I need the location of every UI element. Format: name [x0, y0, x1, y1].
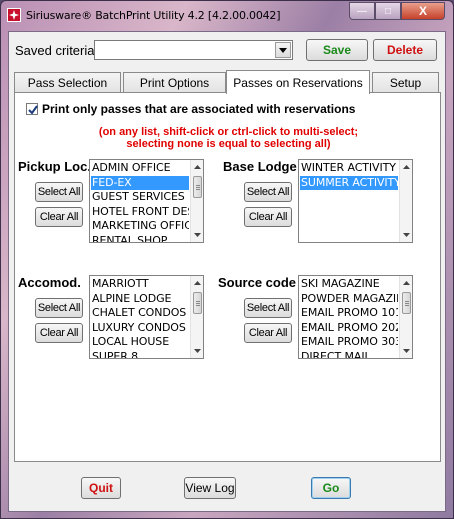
- list-item[interactable]: LUXURY CONDOS: [91, 321, 189, 336]
- base-lodge-label: Base Lodge: [223, 159, 297, 174]
- scroll-down-icon: [403, 349, 410, 353]
- close-icon: X: [418, 4, 427, 18]
- passes-on-reservations-panel: Print only passes that are associated wi…: [14, 92, 441, 462]
- scroll-down-icon: [403, 233, 410, 237]
- scroll-up-icon: [194, 165, 201, 169]
- minimize-button[interactable]: —: [349, 2, 375, 20]
- scroll-thumb[interactable]: [193, 176, 202, 198]
- tab-strip: Pass Selection Print Options Passes on R…: [14, 70, 441, 94]
- pickup-loc-list[interactable]: ADMIN OFFICE FED-EX GUEST SERVICES HOTEL FR…: [89, 159, 204, 243]
- tab-print-options[interactable]: Print Options: [123, 72, 226, 93]
- pickup-scrollbar[interactable]: [190, 160, 203, 242]
- list-item[interactable]: MARRIOTT: [91, 277, 189, 292]
- list-item[interactable]: DIRECT MAIL: [300, 350, 398, 359]
- base-lodge-items: WINTER ACTIVITY E SUMMER ACTIVITY: [300, 161, 398, 190]
- window-client-area: Saved criteria: Save Delete Pass Selecti…: [8, 31, 446, 512]
- base-lodge-scrollbar[interactable]: [399, 160, 412, 242]
- saved-criteria-dropdown[interactable]: [94, 40, 293, 60]
- window-title: Siriusware® BatchPrint Utility 4.2 [4.2.…: [26, 9, 281, 22]
- minimize-icon: —: [357, 5, 367, 17]
- list-item[interactable]: EMAIL PROMO 101: [300, 306, 398, 321]
- source-code-list[interactable]: SKI MAGAZINE POWDER MAGAZIN EMAIL PROMO 10…: [298, 275, 413, 359]
- notice-line-1: (on any list, shift-click or ctrl-click …: [98, 126, 359, 138]
- multi-select-notice: (on any list, shift-click or ctrl-click …: [15, 126, 442, 150]
- scroll-thumb[interactable]: [402, 292, 411, 314]
- accomod-label: Accomod.: [18, 275, 81, 290]
- list-item[interactable]: SUMMER ACTIVITY: [300, 175, 398, 190]
- notice-line-2: selecting none is equal to selecting all…: [126, 138, 331, 150]
- app-logo-icon: [7, 8, 21, 22]
- list-item[interactable]: ALPINE LODGE: [91, 292, 189, 307]
- source-code-items: SKI MAGAZINE POWDER MAGAZIN EMAIL PROMO 10…: [300, 277, 398, 359]
- scroll-up-icon: [403, 165, 410, 169]
- list-item[interactable]: HOTEL FRONT DES: [91, 205, 189, 220]
- list-item[interactable]: POWDER MAGAZIN: [300, 292, 398, 307]
- reservations-only-label: Print only passes that are associated wi…: [42, 102, 356, 116]
- source-code-label: Source code: [218, 275, 297, 290]
- pickup-loc-items: ADMIN OFFICE FED-EX GUEST SERVICES HOTEL FR…: [91, 161, 189, 243]
- tab-pass-selection[interactable]: Pass Selection: [14, 72, 121, 93]
- reservations-only-checkbox[interactable]: [26, 103, 38, 115]
- tab-setup[interactable]: Setup: [372, 72, 439, 93]
- list-item[interactable]: SUPER 8: [91, 350, 189, 359]
- close-button[interactable]: X: [401, 2, 445, 20]
- view-log-button[interactable]: View Log: [184, 477, 236, 499]
- maximize-icon: □: [384, 5, 392, 17]
- list-item[interactable]: EMAIL PROMO 202: [300, 321, 398, 336]
- pickup-clear-all-button[interactable]: Clear All: [35, 207, 83, 227]
- saved-criteria-label: Saved criteria:: [15, 43, 99, 58]
- tab-passes-on-reservations[interactable]: Passes on Reservations: [226, 70, 370, 94]
- list-item[interactable]: MARKETING OFFICI: [91, 219, 189, 234]
- list-item[interactable]: FED-EX: [91, 175, 189, 190]
- list-item[interactable]: GUEST SERVICES: [91, 190, 189, 205]
- pickup-select-all-button[interactable]: Select All: [35, 182, 83, 202]
- list-item[interactable]: WINTER ACTIVITY E: [300, 161, 398, 176]
- delete-button[interactable]: Delete: [373, 39, 437, 61]
- source-code-clear-all-button[interactable]: Clear All: [244, 323, 292, 343]
- scroll-thumb[interactable]: [193, 292, 202, 314]
- accomod-select-all-button[interactable]: Select All: [35, 298, 83, 318]
- accomod-items: MARRIOTT ALPINE LODGE CHALET CONDOS LUXURY …: [91, 277, 189, 359]
- pickup-loc-label: Pickup Loc.: [18, 159, 91, 174]
- title-bar[interactable]: Siriusware® BatchPrint Utility 4.2 [4.2.…: [1, 1, 453, 29]
- scroll-down-icon: [194, 233, 201, 237]
- list-item[interactable]: RENTAL SHOP: [91, 234, 189, 243]
- list-item[interactable]: ADMIN OFFICE: [91, 161, 189, 176]
- base-lodge-list[interactable]: WINTER ACTIVITY E SUMMER ACTIVITY: [298, 159, 413, 243]
- accomod-scrollbar[interactable]: [190, 276, 203, 358]
- list-item[interactable]: CHALET CONDOS: [91, 306, 189, 321]
- source-code-select-all-button[interactable]: Select All: [244, 298, 292, 318]
- app-window: Siriusware® BatchPrint Utility 4.2 [4.2.…: [0, 0, 454, 519]
- list-item[interactable]: LOCAL HOUSE: [91, 335, 189, 350]
- go-button[interactable]: Go: [311, 477, 351, 499]
- dropdown-arrow-icon[interactable]: [275, 42, 291, 58]
- maximize-button[interactable]: □: [375, 2, 401, 20]
- scroll-up-icon: [403, 281, 410, 285]
- accomod-clear-all-button[interactable]: Clear All: [35, 323, 83, 343]
- list-item[interactable]: SKI MAGAZINE: [300, 277, 398, 292]
- source-code-scrollbar[interactable]: [399, 276, 412, 358]
- base-lodge-clear-all-button[interactable]: Clear All: [244, 207, 292, 227]
- scroll-down-icon: [194, 349, 201, 353]
- accomod-list[interactable]: MARRIOTT ALPINE LODGE CHALET CONDOS LUXURY …: [89, 275, 204, 359]
- list-item[interactable]: EMAIL PROMO 303: [300, 335, 398, 350]
- base-lodge-select-all-button[interactable]: Select All: [244, 182, 292, 202]
- reservations-only-checkbox-row[interactable]: Print only passes that are associated wi…: [26, 102, 355, 116]
- quit-button[interactable]: Quit: [81, 477, 121, 499]
- scroll-up-icon: [194, 281, 201, 285]
- save-button[interactable]: Save: [306, 39, 368, 61]
